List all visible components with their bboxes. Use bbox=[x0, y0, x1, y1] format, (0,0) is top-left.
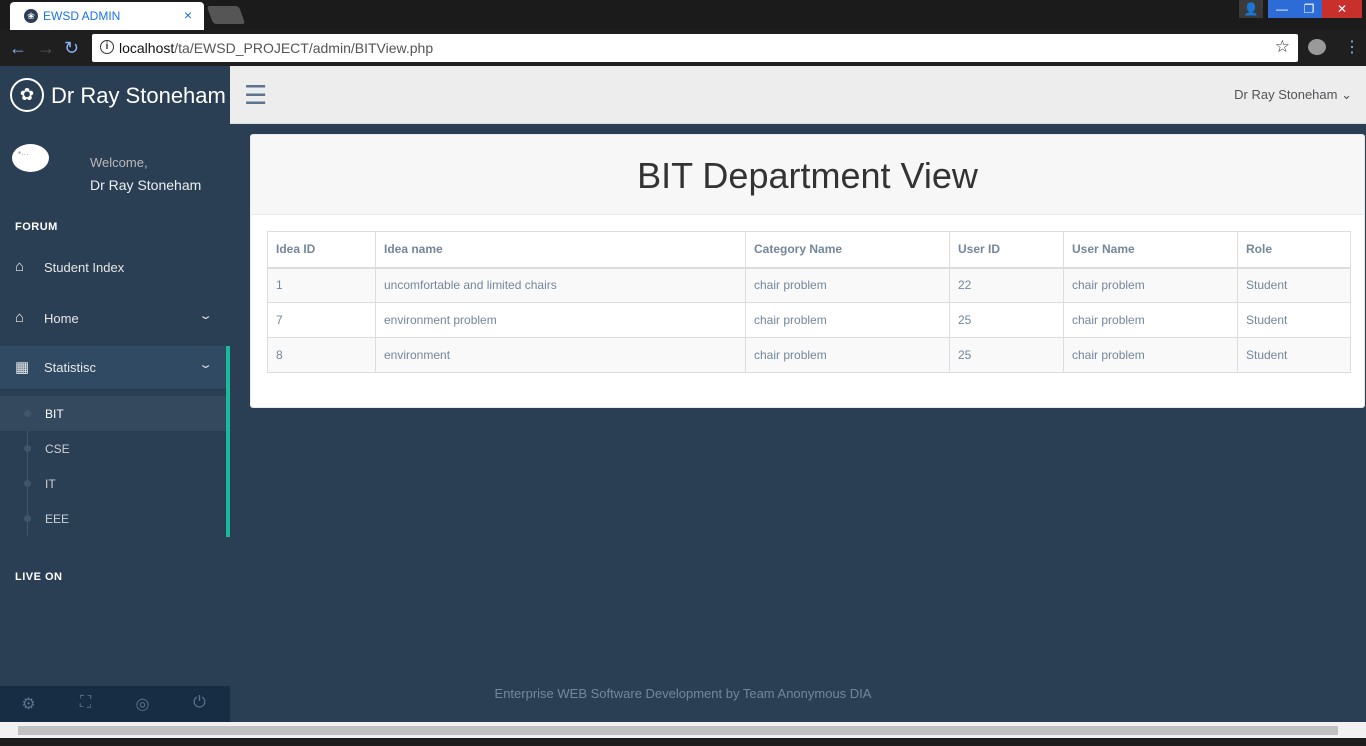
paw-icon: ✿ bbox=[10, 78, 44, 112]
top-nav: ☰ Dr Ray Stoneham ⌄ bbox=[230, 66, 1366, 124]
bookmark-star-icon[interactable]: ☆ bbox=[1275, 37, 1290, 57]
submenu-label: IT bbox=[45, 477, 56, 491]
table-cell: chair problem bbox=[1063, 337, 1238, 373]
table-cell: 8 bbox=[267, 337, 376, 373]
gear-icon[interactable]: ⚙ bbox=[0, 694, 57, 714]
table-cell: uncomfortable and limited chairs bbox=[375, 267, 746, 303]
table-header-row: Idea ID Idea name Category Name User ID … bbox=[267, 231, 1351, 269]
submenu-item-bit[interactable]: BIT bbox=[0, 396, 226, 431]
column-header: Idea ID bbox=[267, 231, 376, 269]
table-cell: 25 bbox=[949, 337, 1064, 373]
table-row: 8 environment chair problem 25 chair pro… bbox=[267, 337, 1351, 373]
minimize-icon[interactable]: — bbox=[1268, 0, 1296, 18]
extension-icon[interactable] bbox=[1308, 39, 1326, 55]
table-row: 7 environment problem chair problem 25 c… bbox=[267, 302, 1351, 338]
browser-menu-icon[interactable]: ⋮ bbox=[1344, 37, 1360, 57]
table-cell: chair problem bbox=[1063, 302, 1238, 338]
table-cell: environment bbox=[375, 337, 746, 373]
table-cell: chair problem bbox=[1063, 267, 1238, 303]
address-bar[interactable]: i localhost/ta/EWSD_PROJECT/admin/BITVie… bbox=[92, 34, 1298, 62]
tab-title: EWSD ADMIN bbox=[43, 9, 121, 23]
sidebar-item-student-index[interactable]: ⌂ Student Index bbox=[0, 246, 226, 290]
menu-toggle-icon[interactable]: ☰ bbox=[244, 82, 267, 108]
home-icon: ⌂ bbox=[15, 309, 25, 326]
new-tab-button[interactable] bbox=[206, 6, 246, 24]
submenu-item-cse[interactable]: CSE bbox=[0, 431, 226, 466]
sidebar-footer: ⚙ ⛶ ◎ ⏻ bbox=[0, 686, 230, 722]
chevron-down-icon: ⌄ bbox=[198, 359, 213, 371]
page-footer: Enterprise WEB Software Development by T… bbox=[494, 686, 872, 701]
sidebar-item-label: Home bbox=[44, 311, 79, 326]
chevron-down-icon: ⌄ bbox=[198, 310, 213, 322]
chevron-down-icon: ⌄ bbox=[1341, 87, 1352, 102]
brand[interactable]: ✿ Dr Ray Stoneham bbox=[0, 66, 230, 124]
table-cell: environment problem bbox=[375, 302, 746, 338]
submenu-label: BIT bbox=[45, 407, 64, 421]
sidebar: ✿ Dr Ray Stoneham ▪… Welcome, Dr Ray Sto… bbox=[0, 66, 230, 722]
url-text[interactable]: localhost/ta/EWSD_PROJECT/admin/BITView.… bbox=[119, 40, 433, 56]
window-close-icon[interactable]: ✕ bbox=[1322, 0, 1362, 18]
bullet-icon bbox=[24, 445, 31, 452]
sidebar-item-label: Statistisc bbox=[44, 360, 97, 375]
page-title: BIT Department View bbox=[637, 155, 978, 196]
ideas-table: Idea ID Idea name Category Name User ID … bbox=[267, 231, 1351, 373]
table-cell: Student bbox=[1237, 337, 1351, 373]
sidebar-item-label: Student Index bbox=[44, 260, 125, 275]
power-icon[interactable]: ⏻ bbox=[171, 694, 228, 712]
home-icon: ⌂ bbox=[15, 258, 25, 275]
browser-toolbar: ← → ↻ i localhost/ta/EWSD_PROJECT/admin/… bbox=[0, 30, 1366, 66]
table-cell: chair problem bbox=[745, 267, 950, 303]
active-indicator bbox=[226, 346, 230, 537]
submenu-label: CSE bbox=[45, 442, 70, 456]
avatar: ▪… bbox=[12, 144, 49, 172]
sidebar-item-home[interactable]: ⌂ Home ⌄ bbox=[0, 297, 226, 341]
forward-arrow-icon[interactable]: → bbox=[37, 38, 55, 59]
table-cell: Student bbox=[1237, 302, 1351, 338]
profile-icon[interactable]: 👤 bbox=[1239, 0, 1263, 18]
section-title-forum: FORUM bbox=[15, 221, 58, 233]
reload-icon[interactable]: ↻ bbox=[64, 38, 79, 59]
content-panel: BIT Department View Idea ID Idea name Ca… bbox=[250, 134, 1365, 408]
table-cell: Student bbox=[1237, 267, 1351, 303]
browser-tabbar: ❀ EWSD ADMIN × 👤 — ❐ ✕ bbox=[0, 0, 1366, 30]
info-icon[interactable]: i bbox=[100, 40, 114, 54]
table-icon: ▦ bbox=[15, 359, 30, 376]
column-header: User ID bbox=[949, 231, 1064, 269]
user-menu[interactable]: Dr Ray Stoneham ⌄ bbox=[1234, 87, 1352, 103]
table-cell: 25 bbox=[949, 302, 1064, 338]
welcome-text: Welcome, bbox=[90, 155, 148, 170]
table-cell: 7 bbox=[267, 302, 376, 338]
bullet-icon bbox=[24, 410, 31, 417]
maximize-icon[interactable]: ❐ bbox=[1296, 0, 1322, 18]
profile-name: Dr Ray Stoneham bbox=[90, 177, 202, 193]
column-header: Idea name bbox=[375, 231, 746, 269]
submenu-item-it[interactable]: IT bbox=[0, 466, 226, 501]
sidebar-item-statistics[interactable]: ▦ Statistisc ⌄ bbox=[0, 346, 226, 390]
table-cell: chair problem bbox=[745, 302, 950, 338]
paw-icon: ❀ bbox=[24, 9, 38, 23]
panel-header: BIT Department View bbox=[251, 135, 1364, 215]
fullscreen-icon[interactable]: ⛶ bbox=[57, 694, 114, 712]
column-header: Category Name bbox=[745, 231, 950, 269]
bullet-icon bbox=[24, 480, 31, 487]
scrollbar-thumb[interactable] bbox=[18, 726, 1338, 735]
table-row: 1 uncomfortable and limited chairs chair… bbox=[267, 267, 1351, 303]
column-header: User Name bbox=[1063, 231, 1238, 269]
back-arrow-icon[interactable]: ← bbox=[9, 38, 27, 59]
submenu-label: EEE bbox=[45, 512, 70, 526]
submenu-item-eee[interactable]: EEE bbox=[0, 501, 226, 536]
browser-tab[interactable]: ❀ EWSD ADMIN × bbox=[10, 2, 204, 30]
table-cell: 22 bbox=[949, 267, 1064, 303]
table-cell: 1 bbox=[267, 267, 376, 303]
bullet-icon bbox=[24, 515, 31, 522]
tab-close-icon[interactable]: × bbox=[184, 7, 192, 23]
horizontal-scrollbar[interactable] bbox=[0, 722, 1366, 738]
column-header: Role bbox=[1237, 231, 1351, 269]
os-taskbar bbox=[0, 738, 1366, 746]
section-title-live-on: LIVE ON bbox=[15, 571, 63, 583]
app: ✿ Dr Ray Stoneham ▪… Welcome, Dr Ray Sto… bbox=[0, 66, 1366, 722]
table-cell: chair problem bbox=[745, 337, 950, 373]
eye-slash-icon[interactable]: ◎ bbox=[114, 694, 171, 714]
brand-name: Dr Ray Stoneham bbox=[51, 83, 226, 108]
